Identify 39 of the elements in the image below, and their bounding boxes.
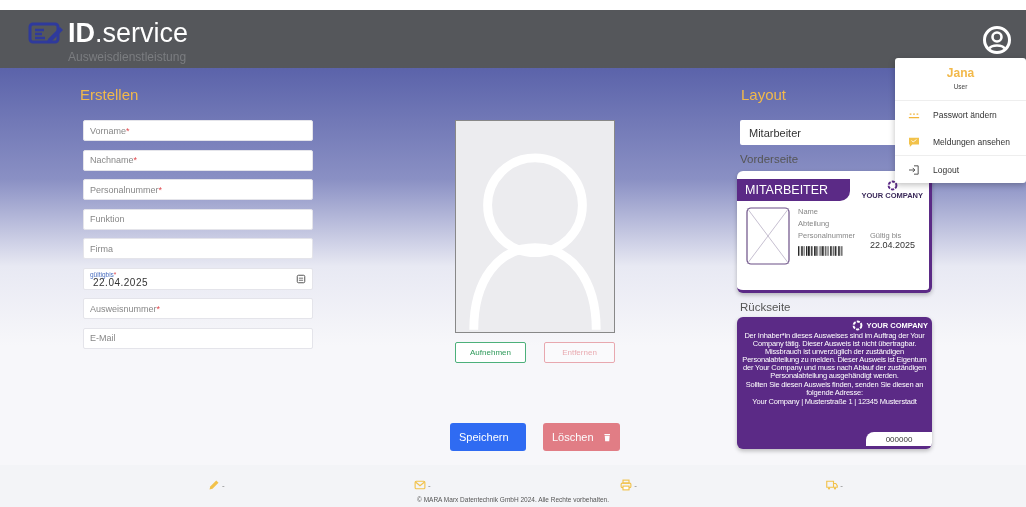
front-side-label: Vorderseite [740,153,800,165]
input-field[interactable]: Personalnummer* [83,179,313,200]
card-number: 000000 [866,432,932,446]
company-logo-icon [852,320,864,331]
input-field[interactable]: Nachname* [83,149,313,171]
section-title: Layout [740,85,788,105]
user-name: Jana [946,66,975,80]
printer-icon [620,479,633,491]
logout-icon [908,164,920,175]
id-card-edit-icon [28,21,64,45]
input-field[interactable]: E-Mail [83,327,313,349]
stat-value: - [222,480,225,490]
barcode-icon [798,245,843,257]
menu-item[interactable]: Passwort ändern [933,109,997,120]
photo-placeholder-icon [746,207,790,265]
input-field[interactable]: Firma [83,238,313,259]
stat-value: - [428,480,431,490]
calendar-icon[interactable] [296,273,306,284]
stat-value: - [634,480,637,490]
app-logo: ID.service [68,18,189,48]
truck-icon [826,479,839,491]
menu-item[interactable]: Logout [933,164,959,175]
input-field[interactable]: Funktion [83,208,313,230]
card-role: MITARBEITER [737,179,851,201]
trash-icon [602,431,611,443]
input-field[interactable]: Vorname* [83,120,313,141]
user-profile-icon[interactable] [982,25,1012,55]
save-button[interactable]: Speichern [450,423,526,451]
section-title: Erstellen [79,85,140,105]
input-field[interactable]: Ausweisnummer* [83,298,313,319]
mail-icon [414,479,427,491]
menu-item[interactable]: Meldungen ansehen [933,136,1011,147]
message-icon [908,136,920,147]
stat-value: - [840,480,843,490]
photo-button[interactable]: Aufnehmen [455,342,526,363]
pencil-icon [208,479,220,491]
company-logo-icon [886,180,898,191]
valid-date: 22.04.2025 [870,239,916,250]
back-side-label: Rückseite [740,301,792,313]
